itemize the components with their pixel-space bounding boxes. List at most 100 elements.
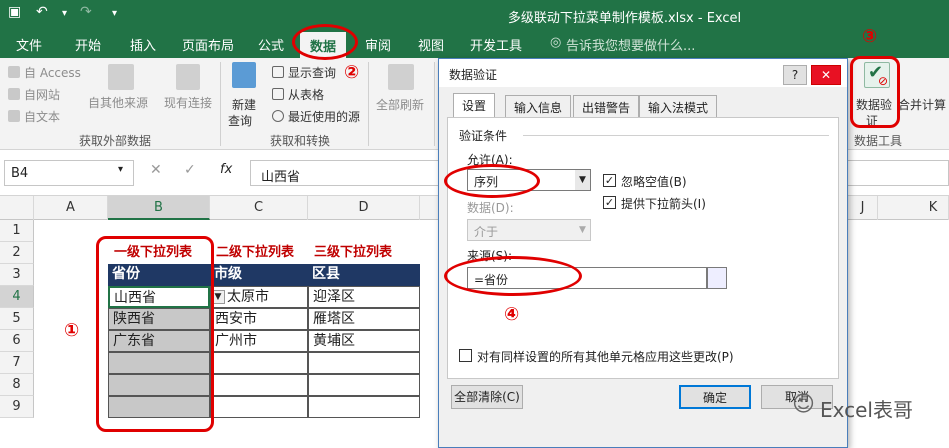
existing-connections-button[interactable]: 现有连接 — [164, 94, 212, 111]
row-header-3[interactable]: 3 — [0, 264, 34, 286]
from-table-button[interactable]: 从表格 — [288, 86, 324, 103]
apply-all-checkbox[interactable] — [459, 349, 472, 362]
refresh-all-icon — [388, 64, 414, 90]
header-county[interactable]: 区县 — [308, 264, 420, 286]
ribbon-separator — [368, 62, 369, 146]
select-all-corner[interactable] — [0, 196, 34, 220]
ok-button[interactable]: 确定 — [679, 385, 751, 409]
annotation-1: ① — [64, 320, 80, 341]
tab-formulas[interactable]: 公式 — [258, 35, 284, 54]
cell-c4[interactable]: 太原市 — [210, 286, 308, 308]
cell-c5[interactable]: 西安市 — [210, 308, 308, 330]
level2-caption: 二级下拉列表 — [216, 245, 295, 260]
data-select[interactable]: 介于 — [467, 219, 591, 241]
web-icon — [8, 88, 20, 100]
annotation-box-level1 — [96, 236, 214, 432]
row-header-7[interactable]: 7 — [0, 352, 34, 374]
column-header-k[interactable]: K — [918, 196, 949, 220]
cell-d5[interactable]: 雁塔区 — [308, 308, 420, 330]
row-header-4[interactable]: 4 — [0, 286, 34, 308]
consolidate-button[interactable]: 合并计算 — [898, 96, 946, 113]
column-header-d[interactable]: D — [308, 196, 420, 220]
new-query-label-2: 查询 — [228, 114, 253, 128]
level3-caption: 三级下拉列表 — [314, 245, 393, 260]
cell-d8[interactable] — [308, 374, 420, 396]
new-query-button[interactable]: 新建 — [232, 96, 256, 113]
header-city[interactable]: 市级 — [210, 264, 308, 286]
dropdown-arrow-checkbox[interactable]: ✓ — [603, 196, 616, 209]
insert-function-icon[interactable]: fx — [220, 162, 232, 177]
tab-error-alert[interactable]: 出错警告 — [573, 95, 640, 117]
row-header-1[interactable]: 1 — [0, 220, 34, 242]
recent-sources-icon — [272, 110, 284, 122]
row-header-9[interactable]: 9 — [0, 396, 34, 418]
ignore-blank-checkbox[interactable]: ✓ — [603, 174, 616, 187]
tab-insert[interactable]: 插入 — [130, 35, 156, 54]
clear-all-button[interactable]: 全部清除(C) — [451, 385, 523, 409]
group-label-external: 获取外部数据 — [78, 134, 151, 148]
tell-me-box[interactable]: 告诉我您想要做什么... — [566, 35, 695, 54]
existing-connections-icon — [176, 64, 200, 90]
tab-settings[interactable]: 设置 — [453, 93, 496, 118]
tab-view[interactable]: 视图 — [418, 35, 444, 54]
cell-d9[interactable] — [308, 396, 420, 418]
data-label: 数据(D): — [467, 201, 514, 215]
annotation-ellipse-source — [444, 256, 582, 296]
annotation-2: ② — [344, 62, 360, 83]
tab-ime-mode[interactable]: 输入法模式 — [639, 95, 718, 117]
close-button[interactable]: ✕ — [811, 65, 841, 85]
ribbon-tabs: 文件 开始 插入 页面布局 公式 数据 审阅 视图 开发工具 ◎ 告诉我您想要做… — [0, 30, 949, 58]
criteria-divider — [523, 135, 829, 136]
name-box[interactable]: B4 — [4, 160, 134, 186]
tab-home[interactable]: 开始 — [75, 35, 101, 54]
tab-review[interactable]: 审阅 — [365, 35, 391, 54]
column-header-c[interactable]: C — [210, 196, 308, 220]
row-header-5[interactable]: 5 — [0, 308, 34, 330]
cell-c8[interactable] — [210, 374, 308, 396]
other-sources-button[interactable]: 自其他来源 — [88, 94, 148, 111]
help-button[interactable]: ? — [783, 65, 807, 85]
group-label-data-tools: 数据工具 — [853, 134, 902, 148]
watermark-text: Excel表哥 — [820, 398, 913, 422]
tab-input-message[interactable]: 输入信息 — [505, 95, 572, 117]
ignore-blank-label: 忽略空值(B) — [621, 175, 687, 189]
access-icon — [8, 66, 20, 78]
show-query-button[interactable]: 显示查询 — [288, 64, 336, 81]
cell-d4[interactable]: 迎泽区 — [308, 286, 420, 308]
ribbon-separator — [220, 62, 221, 146]
column-header-a[interactable]: A — [34, 196, 108, 220]
tab-page-layout[interactable]: 页面布局 — [182, 35, 234, 54]
from-access-button[interactable]: 自 Access — [24, 64, 81, 81]
column-header-b[interactable]: B — [108, 196, 210, 220]
row-header-6[interactable]: 6 — [0, 330, 34, 352]
row-header-8[interactable]: 8 — [0, 374, 34, 396]
annotation-box-validation — [850, 56, 900, 128]
tell-me-icon[interactable]: ◎ — [550, 35, 561, 50]
enter-icon[interactable]: ✓ — [184, 162, 196, 178]
annotation-3: ③ — [862, 26, 878, 47]
cell-c7[interactable] — [210, 352, 308, 374]
recent-sources-button[interactable]: 最近使用的源 — [288, 108, 360, 125]
tab-developer[interactable]: 开发工具 — [470, 35, 522, 54]
refresh-all-button[interactable]: 全部刷新 — [376, 96, 424, 113]
cancel-icon[interactable]: ✕ — [150, 162, 162, 178]
allow-dropdown-icon[interactable]: ▼ — [575, 170, 590, 190]
data-validation-dialog: 数据验证 ? ✕ 设置 输入信息 出错警告 输入法模式 验证条件 允许(A): … — [438, 58, 848, 448]
cell-c9[interactable] — [210, 396, 308, 418]
data-dropdown-icon[interactable]: ▼ — [575, 220, 590, 240]
title-bar: ▣ ↶ ▾ ↷ ▾ 多级联动下拉菜单制作模板.xlsx - Excel — [0, 0, 949, 30]
dropdown-arrow-label: 提供下拉箭头(I) — [621, 197, 706, 211]
from-text-button[interactable]: 自文本 — [24, 108, 60, 125]
other-sources-icon — [108, 64, 134, 90]
group-label-transform: 获取和转换 — [269, 134, 330, 148]
tab-file[interactable]: 文件 — [16, 35, 42, 54]
new-query-icon — [232, 62, 256, 88]
name-box-dropdown-icon[interactable]: ▾ — [118, 164, 123, 175]
column-header-j[interactable]: J — [848, 196, 878, 220]
from-web-button[interactable]: 自网站 — [24, 86, 60, 103]
row-header-2[interactable]: 2 — [0, 242, 34, 264]
cell-d7[interactable] — [308, 352, 420, 374]
cell-d6[interactable]: 黄埔区 — [308, 330, 420, 352]
cell-c6[interactable]: 广州市 — [210, 330, 308, 352]
range-selector-icon[interactable] — [707, 267, 727, 289]
